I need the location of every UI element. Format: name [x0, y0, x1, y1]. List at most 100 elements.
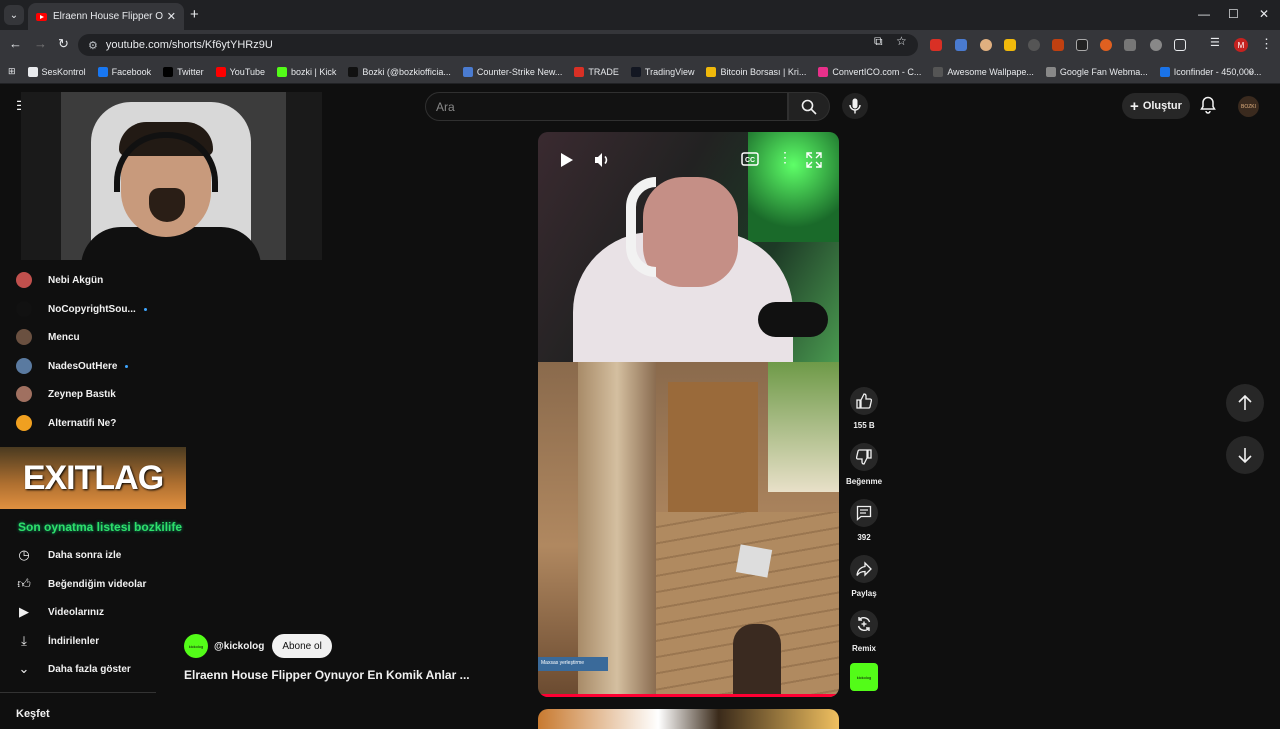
- create-button[interactable]: + Oluştur: [1122, 93, 1190, 119]
- more-options-icon[interactable]: ⋮: [778, 149, 792, 166]
- bookmark-favicon-icon: [348, 66, 359, 77]
- address-bar[interactable]: ⚙ youtube.com/shorts/Kf6ytYHRz9U: [78, 34, 918, 56]
- translate-extension-icon[interactable]: [955, 39, 967, 51]
- channel-row: kickolog @kickolog Abone ol: [184, 634, 332, 658]
- extension-icon[interactable]: [1052, 39, 1064, 51]
- share-action[interactable]: Paylaş: [846, 555, 882, 598]
- subscribe-button[interactable]: Abone ol: [272, 634, 332, 658]
- bookmark-item[interactable]: TradingView: [630, 66, 694, 77]
- tab-search-button[interactable]: ⌄: [4, 5, 24, 25]
- bookmark-item[interactable]: TRADE: [574, 66, 619, 77]
- extension-icon[interactable]: [930, 39, 942, 51]
- library-item[interactable]: ◷ Daha sonra izle: [0, 547, 160, 563]
- volume-button[interactable]: [594, 152, 610, 173]
- bookmark-item[interactable]: Twitter: [163, 66, 204, 77]
- captions-button[interactable]: CC: [741, 152, 759, 171]
- bookmark-item[interactable]: Bitcoin Borsası | Kri...: [706, 66, 806, 77]
- voice-search-button[interactable]: [842, 93, 868, 119]
- comments-button[interactable]: [850, 499, 878, 527]
- extension-icon[interactable]: [1028, 39, 1040, 51]
- new-tab-button[interactable]: +: [190, 6, 199, 23]
- bookmark-item[interactable]: Iconfinder - 450,000...: [1159, 66, 1261, 77]
- bookmarks-overflow-icon[interactable]: »: [1249, 67, 1254, 77]
- extension-icon[interactable]: [1100, 39, 1112, 51]
- like-action[interactable]: 155 B: [846, 387, 882, 430]
- subscription-item[interactable]: Mencu: [0, 329, 160, 345]
- bookmark-favicon-icon: [215, 66, 226, 77]
- extension-icon[interactable]: [1150, 39, 1162, 51]
- bookmark-item[interactable]: Awesome Wallpape...: [933, 66, 1034, 77]
- reload-button[interactable]: ↻: [58, 36, 69, 52]
- window-close-button[interactable]: ✕: [1259, 7, 1269, 21]
- bookmark-item[interactable]: Bozki (@bozkiofficia...: [348, 66, 451, 77]
- channel-handle[interactable]: @kickolog: [214, 641, 264, 652]
- next-short-button[interactable]: [1226, 436, 1264, 474]
- bookmark-item[interactable]: Facebook: [97, 66, 151, 77]
- dislike-action[interactable]: Beğenme: [846, 443, 882, 486]
- subscription-item[interactable]: Zeynep Bastık: [0, 386, 160, 402]
- browser-toolbar: ← → ↻ ⚙ youtube.com/shorts/Kf6ytYHRz9U ⧉…: [0, 30, 1280, 60]
- forward-button[interactable]: →: [34, 36, 47, 51]
- search-button[interactable]: [788, 92, 830, 121]
- search-input[interactable]: Ara: [425, 92, 788, 121]
- subscription-label: Zeynep Bastık: [48, 388, 116, 400]
- browser-menu-icon[interactable]: ⋮: [1260, 36, 1273, 52]
- extensions-puzzle-icon[interactable]: [1174, 39, 1186, 51]
- cast-icon[interactable]: ⧉: [874, 34, 883, 49]
- library-item[interactable]: ▶ Videolarınız: [0, 604, 160, 620]
- subscription-item[interactable]: Nebi Akgün: [0, 272, 160, 288]
- back-button[interactable]: ←: [9, 36, 22, 51]
- video-game-scene: Maxsas yerleştirme: [538, 362, 839, 697]
- account-avatar[interactable]: BOZKI: [1238, 96, 1259, 117]
- play-icon: [561, 153, 573, 167]
- extension-icon[interactable]: [1124, 39, 1136, 51]
- bookmark-item[interactable]: SesKontrol: [27, 66, 86, 77]
- bookmark-label: bozki | Kick: [291, 66, 337, 77]
- extension-icon[interactable]: [1076, 39, 1088, 51]
- channel-avatar[interactable]: kickolog: [184, 634, 208, 658]
- bookmark-favicon-icon: [630, 66, 641, 77]
- browser-tab-active[interactable]: Elraenn House Flipper Oynuyor ✕: [28, 3, 184, 30]
- play-button[interactable]: [560, 152, 574, 173]
- previous-short-button[interactable]: [1226, 384, 1264, 422]
- bookmark-item[interactable]: Google Fan Webma...: [1045, 66, 1148, 77]
- apps-grid-icon[interactable]: ⊞: [8, 66, 16, 77]
- tab-close-icon[interactable]: ✕: [167, 10, 176, 23]
- site-info-icon[interactable]: ⚙: [88, 39, 98, 52]
- bookmark-item[interactable]: YouTube: [215, 66, 265, 77]
- comment-icon: [856, 505, 872, 521]
- library-item[interactable]: ⌄ Daha fazla göster: [0, 661, 160, 677]
- short-title[interactable]: Elraenn House Flipper Oynuyor En Komik A…: [184, 668, 470, 682]
- extension-icon[interactable]: [1004, 39, 1016, 51]
- extension-icon[interactable]: [980, 39, 992, 51]
- comment-action[interactable]: 392: [846, 499, 882, 542]
- sound-thumbnail[interactable]: kickolog: [850, 663, 878, 691]
- dislike-button[interactable]: [850, 443, 878, 471]
- remix-action[interactable]: Remix: [846, 610, 882, 653]
- like-button[interactable]: [850, 387, 878, 415]
- bookmark-star-icon[interactable]: ☆: [896, 34, 907, 48]
- bookmark-favicon-icon: [818, 66, 829, 77]
- library-item[interactable]: 👍︎ Beğendiğim videolar: [0, 576, 160, 592]
- maximize-button[interactable]: ☐: [1228, 7, 1239, 21]
- short-video-player[interactable]: Maxsas yerleştirme CC ⋮: [538, 132, 839, 697]
- bookmark-item[interactable]: ConvertICO.com - C...: [818, 66, 921, 77]
- next-short-preview[interactable]: [538, 709, 839, 729]
- bookmark-item[interactable]: Counter-Strike New...: [462, 66, 562, 77]
- bookmark-item[interactable]: bozki | Kick: [277, 66, 337, 77]
- reading-list-icon[interactable]: ☰: [1210, 36, 1222, 49]
- subscription-item[interactable]: NadesOutHere: [0, 358, 160, 374]
- notifications-button[interactable]: [1200, 96, 1216, 119]
- subscription-item[interactable]: NoCopyrightSou...: [0, 301, 160, 317]
- fullscreen-button[interactable]: [806, 152, 822, 173]
- library-label: Beğendiğim videolar: [48, 578, 147, 590]
- share-button[interactable]: [850, 555, 878, 583]
- minimize-button[interactable]: —: [1198, 7, 1210, 21]
- library-item[interactable]: ⤓ İndirilenler: [0, 633, 160, 649]
- subscription-item[interactable]: Alternatifi Ne?: [0, 415, 160, 431]
- share-label: Paylaş: [851, 589, 877, 598]
- profile-avatar[interactable]: M: [1234, 38, 1248, 52]
- remix-button[interactable]: [850, 610, 878, 638]
- video-progress-bar[interactable]: [538, 694, 839, 697]
- game-window: [768, 362, 839, 492]
